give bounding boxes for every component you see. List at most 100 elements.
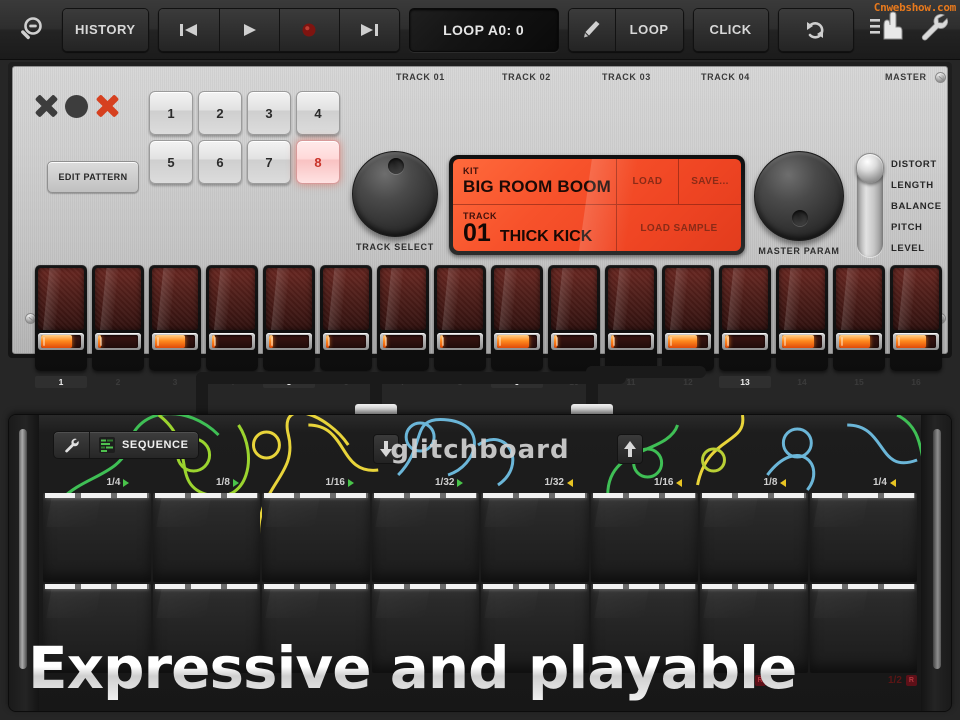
- glitch-pad-r1-c1[interactable]: [43, 493, 151, 582]
- step-1[interactable]: 1: [35, 265, 87, 388]
- step-16-body[interactable]: [890, 265, 942, 371]
- master-param-option-distort[interactable]: DISTORT: [891, 159, 960, 170]
- step-15[interactable]: 15: [833, 265, 885, 388]
- lcd-load-button[interactable]: LOAD: [617, 159, 679, 205]
- step-15-body[interactable]: [833, 265, 885, 371]
- lcd-kit-cell[interactable]: KIT BIG ROOM BOOM: [453, 159, 617, 205]
- step-5[interactable]: 5: [263, 265, 315, 388]
- step-9[interactable]: 9: [491, 265, 543, 388]
- track-select-label: TRACK SELECT: [344, 242, 446, 252]
- step-13-body[interactable]: [719, 265, 771, 371]
- rewind-button[interactable]: [159, 9, 219, 51]
- glitch-pad-r1-c5[interactable]: [481, 493, 589, 582]
- division-label-5[interactable]: 1/32: [545, 477, 573, 488]
- lcd-save-button[interactable]: SAVE...: [679, 159, 741, 205]
- step-13[interactable]: 13: [719, 265, 771, 388]
- click-button[interactable]: CLICK: [694, 9, 768, 51]
- pattern-button-3[interactable]: 3: [247, 91, 291, 135]
- hand-button[interactable]: [870, 11, 904, 48]
- step-6[interactable]: 6: [320, 265, 372, 388]
- step-7-body[interactable]: [377, 265, 429, 371]
- loop-button[interactable]: LOOP: [615, 9, 683, 51]
- pattern-button-1[interactable]: 1: [149, 91, 193, 135]
- history-button[interactable]: HISTORY: [63, 9, 148, 51]
- step-9-body[interactable]: [491, 265, 543, 371]
- master-param-knob[interactable]: [754, 151, 844, 241]
- glitch-pad-r1-c4[interactable]: [372, 493, 480, 582]
- step-5-surface: [266, 268, 312, 330]
- pattern-button-4[interactable]: 4: [296, 91, 340, 135]
- glitch-pad-r1-c3[interactable]: [262, 493, 370, 582]
- master-param-option-length[interactable]: LENGTH: [891, 180, 960, 191]
- edit-pattern-button[interactable]: EDIT PATTERN: [47, 161, 139, 193]
- transpose-up-button[interactable]: [617, 434, 643, 464]
- step-10-led-track: [554, 335, 594, 348]
- step-3-body[interactable]: [149, 265, 201, 371]
- pencil-button[interactable]: [569, 9, 615, 51]
- division-label-1[interactable]: 1/4: [107, 477, 130, 488]
- division-label-3-text: 1/16: [326, 477, 345, 488]
- step-2-body[interactable]: [92, 265, 144, 371]
- zoom-out-button[interactable]: [0, 15, 62, 45]
- play-button[interactable]: [219, 9, 279, 51]
- sequence-button[interactable]: SEQUENCE: [89, 431, 198, 459]
- glitch-pad-r1-c7[interactable]: [700, 493, 808, 582]
- division-label-3[interactable]: 1/16: [326, 477, 354, 488]
- master-param-option-pitch[interactable]: PITCH: [891, 222, 960, 233]
- division-label-2[interactable]: 1/8: [216, 477, 239, 488]
- master-param-option-level[interactable]: LEVEL: [891, 243, 960, 254]
- step-10-body[interactable]: [548, 265, 600, 371]
- skip-forward-icon: [356, 21, 382, 39]
- step-7[interactable]: 7: [377, 265, 429, 388]
- pattern-button-2[interactable]: 2: [198, 91, 242, 135]
- pattern-button-6[interactable]: 6: [198, 140, 242, 184]
- step-2[interactable]: 2: [92, 265, 144, 388]
- sequence-label: SEQUENCE: [122, 439, 189, 451]
- step-2-number: 2: [92, 376, 144, 388]
- lcd-load-sample-button[interactable]: LOAD SAMPLE: [617, 205, 741, 251]
- step-2-surface: [95, 268, 141, 330]
- master-param-option-balance[interactable]: BALANCE: [891, 201, 960, 212]
- step-6-body[interactable]: [320, 265, 372, 371]
- step-5-body[interactable]: [263, 265, 315, 371]
- settings-button[interactable]: [918, 11, 950, 48]
- step-3[interactable]: 3: [149, 265, 201, 388]
- division-label-7[interactable]: 1/8: [764, 477, 787, 488]
- step-11-body[interactable]: [605, 265, 657, 371]
- pattern-button-5[interactable]: 5: [149, 140, 193, 184]
- glitch-pad-r2-c8[interactable]: [810, 584, 918, 673]
- glitchboard-settings-button[interactable]: [54, 431, 89, 459]
- step-16[interactable]: 16: [890, 265, 942, 388]
- master-param-slider[interactable]: [857, 155, 883, 257]
- step-14-body[interactable]: [776, 265, 828, 371]
- track-select-knob[interactable]: [352, 151, 438, 237]
- bottom-label-2-text: 1/2: [888, 675, 902, 686]
- step-8[interactable]: 8: [434, 265, 486, 388]
- repeat-button[interactable]: [779, 9, 853, 51]
- glitch-pad-r1-c8[interactable]: [810, 493, 918, 582]
- loop-display[interactable]: LOOP A0: 0: [409, 8, 559, 52]
- step-1-body[interactable]: [35, 265, 87, 371]
- step-12-body[interactable]: [662, 265, 714, 371]
- division-label-8[interactable]: 1/4: [873, 477, 896, 488]
- step-2-led-track: [98, 335, 138, 348]
- division-label-6[interactable]: 1/16: [654, 477, 682, 488]
- master-param-slider-handle[interactable]: [856, 153, 884, 183]
- step-12-led-track: [668, 335, 708, 348]
- lcd-track-cell[interactable]: TRACK 01 THICK KICK: [453, 205, 617, 251]
- step-9-led-track: [497, 335, 537, 348]
- pattern-button-7[interactable]: 7: [247, 140, 291, 184]
- glitch-pad-r1-c6[interactable]: [591, 493, 699, 582]
- record-button[interactable]: [279, 9, 339, 51]
- caption-text: Expressive and playable: [28, 634, 796, 702]
- division-label-4[interactable]: 1/32: [435, 477, 463, 488]
- forward-button[interactable]: [339, 9, 399, 51]
- glitch-pad-r1-c2[interactable]: [153, 493, 261, 582]
- step-4[interactable]: 4: [206, 265, 258, 388]
- step-14[interactable]: 14: [776, 265, 828, 388]
- step-8-body[interactable]: [434, 265, 486, 371]
- step-4-body[interactable]: [206, 265, 258, 371]
- pattern-button-8[interactable]: 8: [296, 140, 340, 184]
- pattern-button-1-label: 1: [167, 106, 174, 121]
- step-8-surface: [437, 268, 483, 330]
